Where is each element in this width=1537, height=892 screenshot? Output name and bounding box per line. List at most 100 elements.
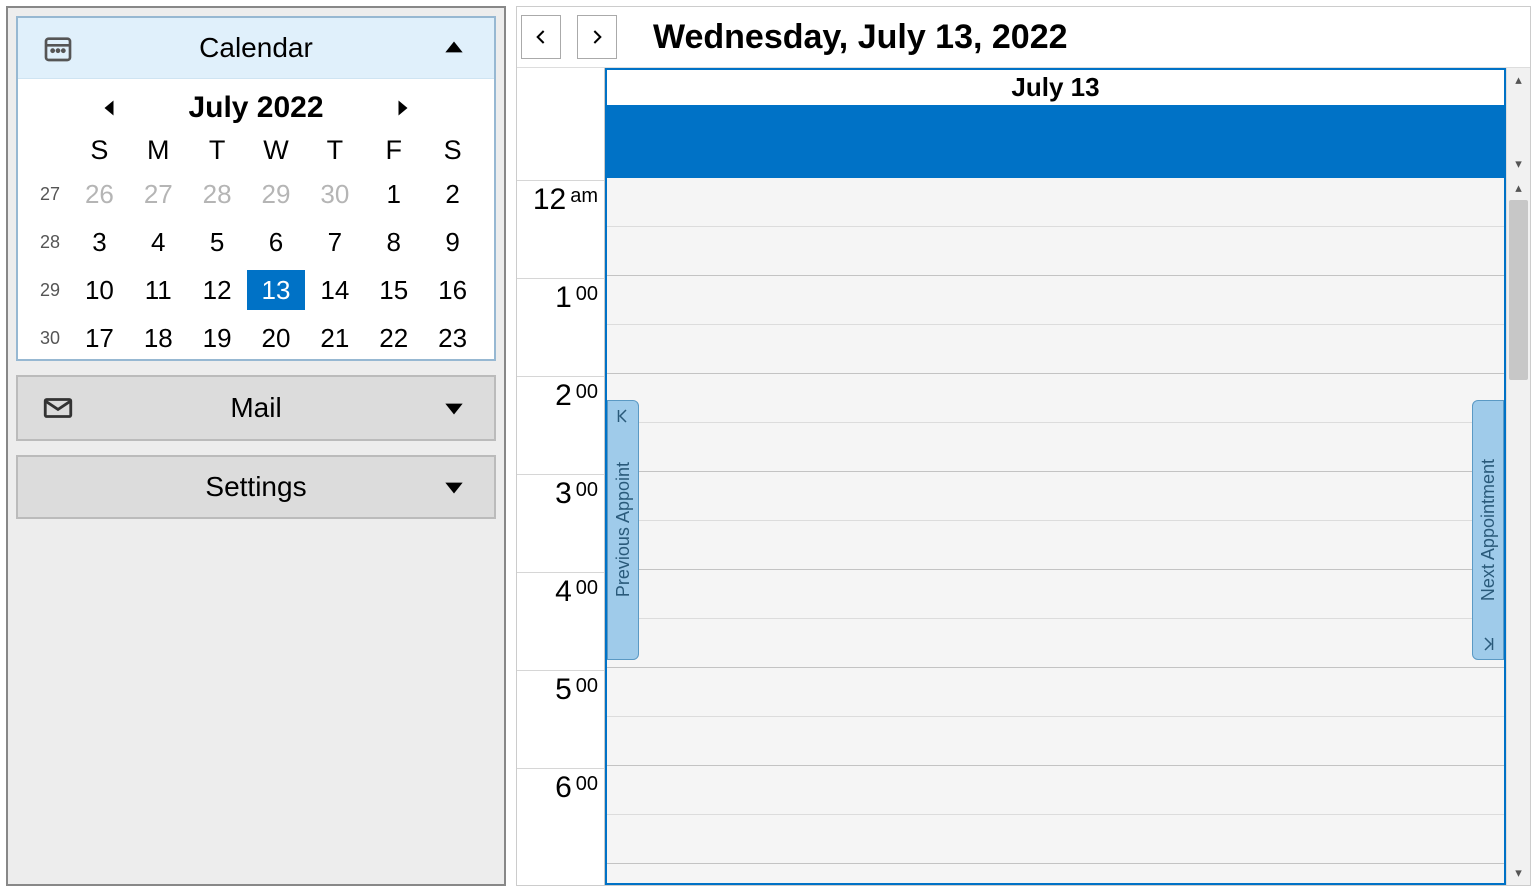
time-slot[interactable] <box>607 668 1504 717</box>
calendar-day[interactable]: 16 <box>423 270 482 310</box>
time-slot[interactable] <box>607 423 1504 472</box>
time-slot[interactable] <box>607 815 1504 864</box>
calendar-day[interactable]: 19 <box>188 318 247 355</box>
vertical-scrollbar[interactable]: ▴ ▾ ▴ ▾ <box>1506 68 1530 885</box>
calendar-day[interactable]: 2 <box>423 174 482 214</box>
calendar-day[interactable]: 29 <box>247 174 306 214</box>
previous-appointment-tab[interactable]: Previous Appoint <box>607 400 639 660</box>
calendar-day[interactable]: 13 <box>247 270 306 310</box>
mini-month: July 2022 SMTWTFS27262728293012283456789… <box>18 79 494 359</box>
time-slot[interactable] <box>607 619 1504 668</box>
settings-panel-header[interactable]: Settings <box>18 457 494 517</box>
calendar-day[interactable]: 28 <box>188 174 247 214</box>
calendar-day[interactable]: 8 <box>364 222 423 262</box>
prev-day-button[interactable] <box>521 15 561 59</box>
prev-month-button[interactable] <box>90 95 128 121</box>
month-label: July 2022 <box>188 91 323 125</box>
time-label: 200 <box>517 376 604 474</box>
calendar-day[interactable]: 23 <box>423 318 482 355</box>
calendar-day[interactable]: 21 <box>305 318 364 355</box>
calendar-panel: Calendar July 2022 SMTWTFS27262728293012… <box>16 16 496 361</box>
scroll-down-allday-icon[interactable]: ▾ <box>1507 152 1530 176</box>
next-appointment-label: Next Appointment <box>1478 459 1499 601</box>
calendar-day[interactable]: 1 <box>364 174 423 214</box>
calendar-day[interactable]: 9 <box>423 222 482 262</box>
calendar-day[interactable]: 3 <box>70 222 129 262</box>
week-number: 30 <box>30 318 70 355</box>
dow-header: S <box>423 135 482 166</box>
chevron-down-icon <box>434 474 474 500</box>
date-title: Wednesday, July 13, 2022 <box>653 18 1068 57</box>
time-slots[interactable]: Previous Appoint Next Appointment <box>607 178 1504 883</box>
settings-panel-title: Settings <box>78 471 434 503</box>
week-number: 27 <box>30 174 70 214</box>
calendar-icon <box>38 32 78 64</box>
time-slot[interactable] <box>607 374 1504 423</box>
time-label: 500 <box>517 670 604 768</box>
mini-month-grid: SMTWTFS272627282930122834567892910111213… <box>30 135 482 355</box>
time-label: 600 <box>517 768 604 866</box>
chevron-down-icon <box>434 395 474 421</box>
time-label: 300 <box>517 474 604 572</box>
calendar-day[interactable]: 10 <box>70 270 129 310</box>
calendar-day[interactable]: 15 <box>364 270 423 310</box>
time-slot[interactable] <box>607 178 1504 227</box>
calendar-day[interactable]: 14 <box>305 270 364 310</box>
next-month-button[interactable] <box>384 95 422 121</box>
calendar-day[interactable]: 22 <box>364 318 423 355</box>
calendar-day[interactable]: 17 <box>70 318 129 355</box>
calendar-day[interactable]: 30 <box>305 174 364 214</box>
calendar-day[interactable]: 6 <box>247 222 306 262</box>
mini-month-header: July 2022 <box>30 85 482 135</box>
dow-header: F <box>364 135 423 166</box>
scroll-thumb[interactable] <box>1509 200 1528 380</box>
mail-panel-header[interactable]: Mail <box>18 377 494 439</box>
next-day-button[interactable] <box>577 15 617 59</box>
mail-icon <box>38 391 78 425</box>
week-number: 28 <box>30 222 70 262</box>
week-number: 29 <box>30 270 70 310</box>
calendar-day[interactable]: 5 <box>188 222 247 262</box>
calendar-day[interactable]: 11 <box>129 270 188 310</box>
calendar-day[interactable]: 4 <box>129 222 188 262</box>
time-slot[interactable] <box>607 717 1504 766</box>
mail-panel-title: Mail <box>78 392 434 424</box>
dow-header: M <box>129 135 188 166</box>
calendar-day[interactable]: 12 <box>188 270 247 310</box>
time-gutter: 12am100200300400500600 <box>517 68 605 885</box>
day-column: July 13 Previous Appoint Next Appointmen… <box>605 68 1506 885</box>
time-slot[interactable] <box>607 570 1504 619</box>
day-view-body: 12am100200300400500600 July 13 Previous … <box>517 67 1530 885</box>
time-label: 400 <box>517 572 604 670</box>
settings-panel: Settings <box>16 455 496 519</box>
calendar-day[interactable]: 18 <box>129 318 188 355</box>
previous-appointment-label: Previous Appoint <box>613 462 634 597</box>
scroll-track[interactable] <box>1507 200 1530 861</box>
time-slot[interactable] <box>607 276 1504 325</box>
time-label: 12am <box>517 180 604 278</box>
calendar-day[interactable]: 27 <box>129 174 188 214</box>
dow-header: T <box>305 135 364 166</box>
day-view-header: Wednesday, July 13, 2022 <box>517 7 1530 67</box>
day-column-header: July 13 <box>607 70 1504 106</box>
scroll-down-arrow-icon[interactable]: ▾ <box>1507 861 1530 885</box>
calendar-day[interactable]: 7 <box>305 222 364 262</box>
day-view: Wednesday, July 13, 2022 12am10020030040… <box>516 6 1531 886</box>
time-slot[interactable] <box>607 472 1504 521</box>
scroll-up-arrow-icon[interactable]: ▴ <box>1507 176 1530 200</box>
all-day-row[interactable] <box>607 106 1504 178</box>
dow-header: S <box>70 135 129 166</box>
time-slot[interactable] <box>607 521 1504 570</box>
next-appointment-tab[interactable]: Next Appointment <box>1472 400 1504 660</box>
calendar-panel-header[interactable]: Calendar <box>18 18 494 79</box>
dow-header: W <box>247 135 306 166</box>
time-slot[interactable] <box>607 766 1504 815</box>
calendar-day[interactable]: 20 <box>247 318 306 355</box>
scroll-up-allday-icon[interactable]: ▴ <box>1507 68 1530 92</box>
time-label: 100 <box>517 278 604 376</box>
calendar-day[interactable]: 26 <box>70 174 129 214</box>
time-slot[interactable] <box>607 227 1504 276</box>
sidebar: Calendar July 2022 SMTWTFS27262728293012… <box>6 6 506 886</box>
mail-panel: Mail <box>16 375 496 441</box>
time-slot[interactable] <box>607 325 1504 374</box>
